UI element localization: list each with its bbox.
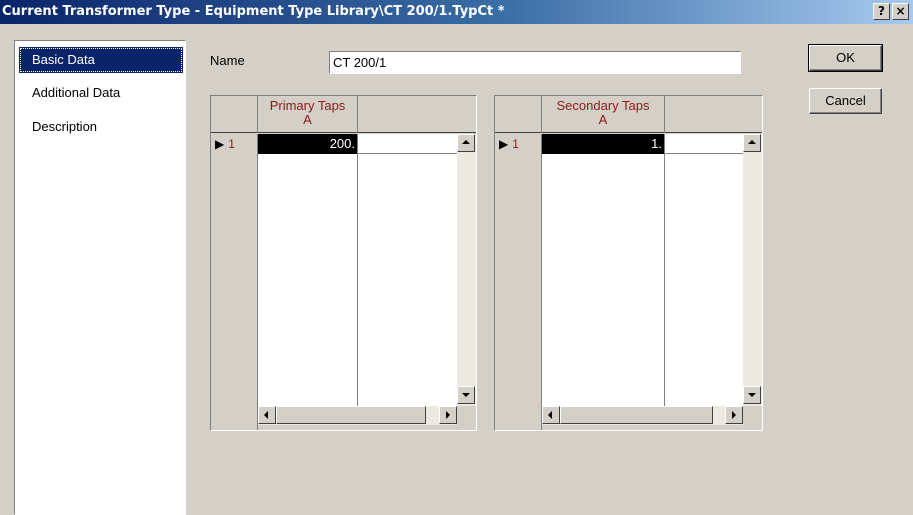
empty-cell[interactable] [665,134,743,154]
scroll-right-button[interactable] [725,406,743,424]
column-divider [357,134,358,406]
scroll-down-button[interactable] [743,386,761,404]
row-header-1[interactable]: ▶ 1 [211,134,257,154]
sidebar-item-label: Additional Data [32,85,121,100]
grid-header-row: Primary Taps A [211,96,476,133]
arrow-right-icon [446,411,450,419]
scroll-left-button[interactable] [542,406,560,424]
grid-header-row: Secondary Taps A [495,96,762,133]
scrollbar-corner [743,406,762,425]
sidebar-item-basic-data[interactable]: Basic Data [19,47,183,73]
name-input[interactable] [329,51,741,74]
horizontal-scrollbar[interactable] [258,406,457,425]
window-title: Current Transformer Type - Equipment Typ… [2,4,505,19]
sidebar-item-description[interactable]: Description [19,114,183,140]
scroll-right-button[interactable] [439,406,457,424]
scroll-down-button[interactable] [457,386,475,404]
primary-tap-cell[interactable]: 200. [258,134,358,154]
secondary-taps-column-header[interactable]: Secondary Taps A [542,96,665,133]
page-list: Basic Data Additional Data Description [14,40,186,515]
arrow-left-icon [264,411,268,419]
scroll-up-button[interactable] [743,134,761,152]
scroll-left-button[interactable] [258,406,276,424]
close-button[interactable]: × [892,3,909,20]
sidebar-item-label: Basic Data [32,52,95,67]
column-divider [664,134,665,406]
current-row-icon: ▶ [215,137,225,151]
vertical-scrollbar[interactable] [457,134,476,406]
grid-corner [495,96,542,133]
row-header-column: ▶ 1 [495,134,542,406]
arrow-down-icon [462,393,470,397]
empty-cell[interactable] [358,134,457,154]
arrow-left-icon [548,411,552,419]
sidebar-item-label: Description [32,119,98,134]
primary-taps-column-header[interactable]: Primary Taps A [258,96,358,133]
horizontal-scrollbar[interactable] [542,406,743,425]
scroll-thumb[interactable] [276,406,426,424]
row-header-1[interactable]: ▶ 1 [495,134,541,154]
vertical-scrollbar[interactable] [743,134,762,406]
cancel-button[interactable]: Cancel [809,88,882,114]
arrow-down-icon [748,393,756,397]
help-button[interactable]: ? [873,3,890,20]
name-label: Name [210,53,245,68]
primary-taps-grid: Primary Taps A ▶ 1 200. [210,95,477,431]
grid-footer-corner [495,406,542,430]
secondary-taps-grid: Secondary Taps A ▶ 1 1. [494,95,763,431]
grid-body[interactable]: 200. [258,134,457,406]
row-header-column: ▶ 1 [211,134,258,406]
grid-footer-corner [211,406,258,430]
title-bar: Current Transformer Type - Equipment Typ… [0,0,913,24]
scrollbar-corner [457,406,476,425]
secondary-tap-cell[interactable]: 1. [542,134,665,154]
ok-button[interactable]: OK [808,44,883,72]
scroll-up-button[interactable] [457,134,475,152]
grid-body[interactable]: 1. [542,134,743,406]
arrow-up-icon [462,140,470,144]
sidebar-item-additional-data[interactable]: Additional Data [19,80,183,106]
scroll-thumb[interactable] [560,406,713,424]
arrow-up-icon [748,140,756,144]
grid-corner [211,96,258,133]
current-row-icon: ▶ [499,137,509,151]
arrow-right-icon [732,411,736,419]
